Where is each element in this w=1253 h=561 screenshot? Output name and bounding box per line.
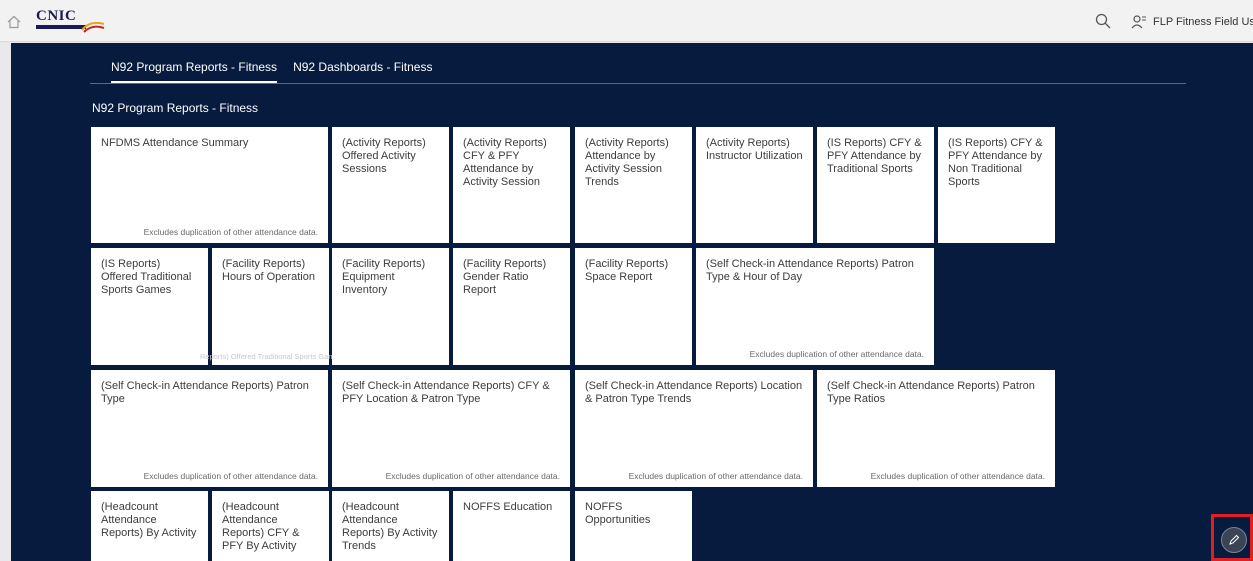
search-button[interactable] [1095,13,1113,31]
tile-equipment-inventory[interactable]: (Facility Reports) Equipment Inventory [332,248,449,365]
tile-title: (Self Check-in Attendance Reports) Patro… [827,380,1035,405]
tile-ghost-text: Reports) Offered Traditional Sports Game… [200,352,343,361]
home-icon [7,15,21,29]
tile-title: (Self Check-in Attendance Reports) Patro… [101,380,309,405]
tile-footer: Excludes duplication of other attendance… [143,471,318,481]
tile-title: (Facility Reports) Equipment Inventory [342,258,426,296]
tile-space-report[interactable]: (Facility Reports) Space Report [575,248,692,365]
tile-headcount-by-activity[interactable]: (Headcount Attendance Reports) By Activi… [91,491,208,561]
tile-title: (Headcount Attendance Reports) CFY & PFY… [222,501,300,552]
tab-dashboards[interactable]: N92 Dashboards - Fitness [293,60,432,84]
logo-text: CNIC [36,8,77,24]
tile-title: (IS Reports) CFY & PFY Attendance by Non… [948,137,1043,188]
edit-button[interactable] [1221,527,1247,553]
tile-noffs-opportunities[interactable]: NOFFS Opportunities [575,491,692,561]
tile-footer: Excludes duplication of other attendance… [143,227,318,237]
search-icon [1095,13,1111,29]
dashboard-canvas: N92 Program Reports - Fitness N92 Dashbo… [11,43,1253,561]
home-button[interactable] [4,12,24,32]
left-margin [0,43,11,561]
tile-title: NOFFS Opportunities [585,501,651,526]
tile-title: (IS Reports) CFY & PFY Attendance by Tra… [827,137,922,175]
tile-title: (Self Check-in Attendance Reports) Patro… [706,258,914,283]
top-bar: CNIC FLP Fitness Field User [0,0,1253,42]
logo-underline [36,25,86,29]
pencil-icon [1229,534,1240,545]
tile-patron-type-hour-of-day[interactable]: (Self Check-in Attendance Reports) Patro… [696,248,934,365]
tile-headcount-by-activity-trends[interactable]: (Headcount Attendance Reports) By Activi… [332,491,449,561]
tile-title: (Activity Reports) CFY & PFY Attendance … [463,137,547,188]
tile-offered-activity-sessions[interactable]: (Activity Reports) Offered Activity Sess… [332,127,449,243]
tile-patron-type[interactable]: (Self Check-in Attendance Reports) Patro… [91,370,328,487]
tile-is-traditional-sports[interactable]: (IS Reports) CFY & PFY Attendance by Tra… [817,127,934,243]
tile-title: (Activity Reports) Offered Activity Sess… [342,137,426,175]
tile-headcount-cfy-pfy-by-activity[interactable]: (Headcount Attendance Reports) CFY & PFY… [212,491,329,561]
user-name: FLP Fitness Field User [1153,16,1253,28]
tile-title: (Facility Reports) Space Report [585,258,669,283]
tile-location-patron-type-trends[interactable]: (Self Check-in Attendance Reports) Locat… [575,370,813,487]
user-menu[interactable]: FLP Fitness Field User [1131,13,1253,31]
tab-bar: N92 Program Reports - Fitness N92 Dashbo… [111,60,448,84]
tile-footer: Excludes duplication of other attendance… [749,349,924,359]
tile-cfy-pfy-location-patron-type[interactable]: (Self Check-in Attendance Reports) CFY &… [332,370,570,487]
tab-program-reports[interactable]: N92 Program Reports - Fitness [111,60,278,84]
tile-cfy-pfy-attendance-activity-session[interactable]: (Activity Reports) CFY & PFY Attendance … [453,127,570,243]
tile-hours-of-operation[interactable]: (Facility Reports) Hours of Operation Re… [200,248,342,365]
logo-swoosh-icon [81,21,105,33]
tile-patron-type-ratios[interactable]: (Self Check-in Attendance Reports) Patro… [817,370,1055,487]
tile-title: (Facility Reports) Hours of Operation [222,258,315,283]
tile-is-offered-traditional-sports-games[interactable]: (IS Reports) Offered Traditional Sports … [91,248,208,365]
tile-instructor-utilization[interactable]: (Activity Reports) Instructor Utilizatio… [696,127,813,243]
tile-title: (Activity Reports) Attendance by Activit… [585,137,669,188]
tile-title: (IS Reports) Offered Traditional Sports … [101,258,192,296]
tile-gender-ratio-report[interactable]: (Facility Reports) Gender Ratio Report [453,248,570,365]
tile-noffs-education[interactable]: NOFFS Education [453,491,570,561]
tile-title: (Self Check-in Attendance Reports) CFY &… [342,380,550,405]
tile-footer: Excludes duplication of other attendance… [628,471,803,481]
tile-title: NOFFS Education [463,501,553,513]
tile-is-non-traditional-sports[interactable]: (IS Reports) CFY & PFY Attendance by Non… [938,127,1055,243]
section-title: N92 Program Reports - Fitness [92,101,259,115]
tile-title: (Activity Reports) Instructor Utilizatio… [706,137,803,162]
tile-title: (Headcount Attendance Reports) By Activi… [342,501,438,552]
tile-title: (Self Check-in Attendance Reports) Locat… [585,380,803,405]
tile-title: NFDMS Attendance Summary [101,137,249,149]
tile-title: (Facility Reports) Gender Ratio Report [463,258,547,296]
cnic-logo[interactable]: CNIC [36,8,106,34]
tile-title: (Headcount Attendance Reports) By Activi… [101,501,197,539]
tile-footer: Excludes duplication of other attendance… [870,471,1045,481]
tile-footer: Excludes duplication of other attendance… [385,471,560,481]
user-icon [1131,15,1146,29]
tile-nfdms-attendance-summary[interactable]: NFDMS Attendance Summary Excludes duplic… [91,127,328,243]
tile-attendance-activity-session-trends[interactable]: (Activity Reports) Attendance by Activit… [575,127,692,243]
tab-divider [90,83,1186,84]
